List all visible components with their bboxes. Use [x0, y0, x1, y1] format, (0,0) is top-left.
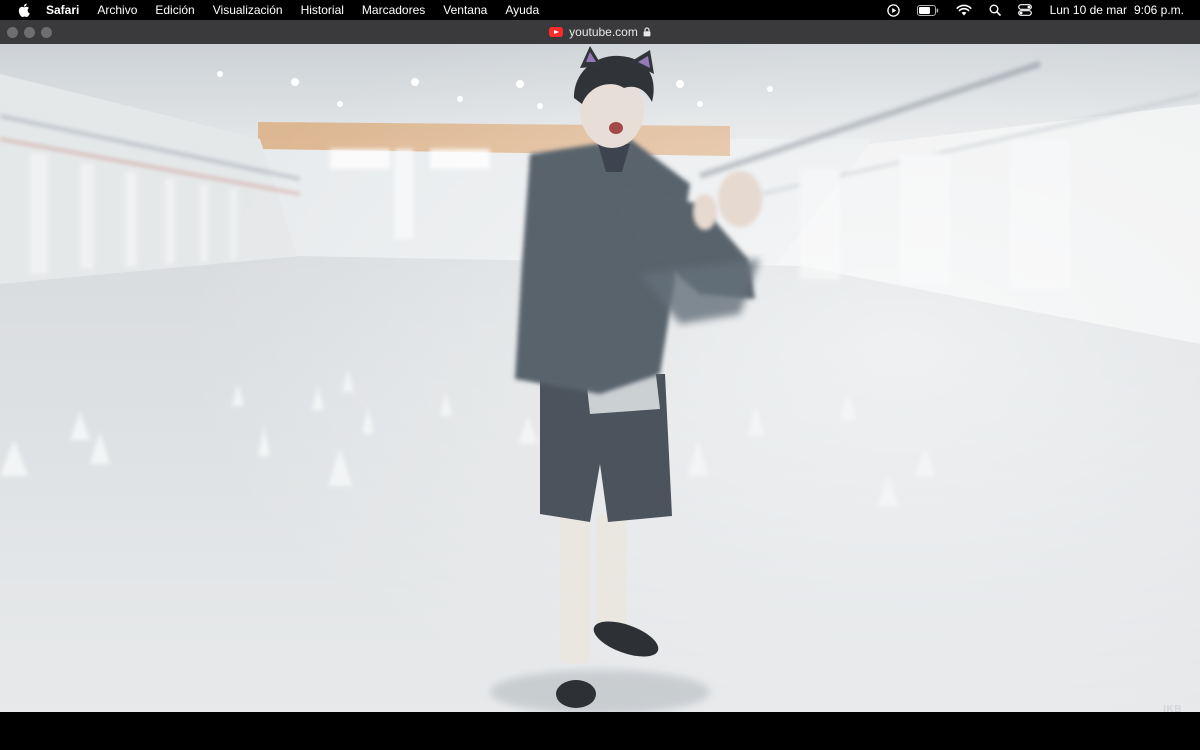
menu-bar: Safari Archivo Edición Visualización His…	[0, 0, 1200, 20]
zoom-window-button[interactable]	[41, 26, 52, 38]
menu-ayuda[interactable]: Ayuda	[496, 0, 548, 20]
now-playing-icon[interactable]	[886, 0, 900, 20]
wifi-icon[interactable]	[955, 0, 972, 20]
video-player[interactable]	[0, 44, 1200, 712]
spotlight-search-icon[interactable]	[989, 0, 1001, 20]
window-controls	[7, 26, 58, 38]
battery-icon[interactable]	[916, 0, 939, 20]
menu-app-safari[interactable]: Safari	[46, 0, 88, 20]
control-center-icon[interactable]	[1017, 0, 1032, 20]
address-field[interactable]: youtube.com	[549, 25, 651, 39]
menu-ventana[interactable]: Ventana	[434, 0, 496, 20]
safari-toolbar: youtube.com	[0, 20, 1200, 44]
video-letterbox-bottom	[0, 712, 1200, 750]
apple-logo-icon[interactable]	[16, 3, 30, 17]
page-url: youtube.com	[569, 25, 638, 39]
menu-historial[interactable]: Historial	[292, 0, 353, 20]
menu-marcadores[interactable]: Marcadores	[353, 0, 434, 20]
video-frame	[0, 44, 1200, 712]
video-watermark: IKB	[1163, 704, 1182, 715]
close-window-button[interactable]	[7, 26, 18, 38]
menu-visualizacion[interactable]: Visualización	[204, 0, 292, 20]
lock-icon	[643, 27, 651, 37]
menu-archivo[interactable]: Archivo	[88, 0, 146, 20]
address-bar: youtube.com	[0, 20, 1200, 44]
minimize-window-button[interactable]	[24, 26, 35, 38]
clock-time: 9:06 p.m.	[1133, 3, 1184, 17]
clock-date: Lun 10 de mar	[1049, 3, 1127, 17]
menu-edicion[interactable]: Edición	[146, 0, 203, 20]
youtube-favicon-icon	[549, 27, 564, 37]
menu-bar-clock[interactable]: Lun 10 de mar 9:06 p.m.	[1050, 3, 1184, 17]
